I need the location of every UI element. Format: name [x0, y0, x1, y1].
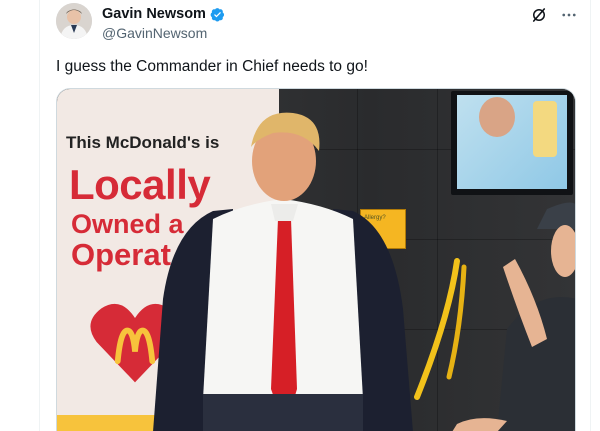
yellow-lanyard — [414, 258, 467, 400]
tweet-top-actions — [530, 6, 578, 24]
man-in-white-shirt-figure — [153, 112, 413, 431]
more-icon[interactable] — [560, 6, 578, 24]
author-name-row[interactable]: Gavin Newsom — [102, 6, 225, 22]
tv-screen-hand-image — [479, 97, 557, 157]
tweet-media-video[interactable]: This McDonald's is Locally Owned a Opera… — [56, 88, 576, 431]
verified-badge-icon — [210, 7, 225, 22]
author-display-name[interactable]: Gavin Newsom — [102, 6, 206, 22]
avatar[interactable] — [56, 3, 92, 39]
author-handle[interactable]: @GavinNewsom — [102, 25, 207, 41]
grok-icon[interactable] — [530, 6, 548, 24]
tweet[interactable]: Gavin Newsom @GavinNewsom I guess the Co… — [40, 0, 590, 431]
tweet-text: I guess the Commander in Chief needs to … — [56, 58, 368, 75]
menu-tv-screen — [451, 91, 573, 195]
timeline-right-border — [590, 0, 591, 431]
avatar-image — [56, 3, 92, 39]
